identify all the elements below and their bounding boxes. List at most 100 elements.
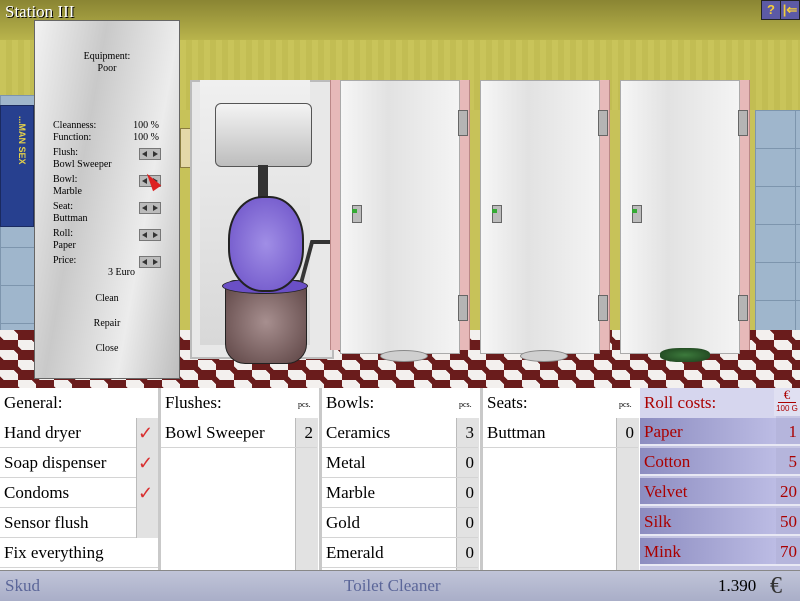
bowl-item-emerald[interactable]: Emerald	[322, 538, 456, 568]
general-item-soap-dispenser[interactable]: Soap dispenser	[0, 448, 136, 478]
roll-costs-header: Roll costs:	[640, 388, 776, 418]
flush-item-bowl-sweeper[interactable]: Bowl Sweeper	[161, 418, 295, 448]
roll-item-cotton[interactable]: Cotton	[640, 448, 776, 476]
flush-option: Flush: Bowl Sweeper	[53, 147, 112, 171]
repair-button[interactable]: Repair	[35, 318, 179, 329]
exit-button[interactable]: |⇐	[780, 0, 800, 20]
roll-label: Roll:	[53, 228, 74, 239]
bowls-header: Bowls:	[326, 393, 375, 412]
seat-item-buttman[interactable]: Buttman	[483, 418, 616, 448]
check-icon: ✓	[138, 453, 154, 473]
equipment-label: Equipment:	[83, 51, 131, 62]
seats-header: Seats:	[487, 393, 528, 412]
floor-drain	[380, 350, 428, 362]
status-bar: Skud Toilet Cleaner 1.390 €	[0, 570, 800, 601]
bowl-item-marble[interactable]: Marble	[322, 478, 456, 508]
toilet-lid[interactable]	[228, 196, 304, 292]
dirt-pile[interactable]	[660, 348, 710, 362]
function-label: Function:	[53, 132, 92, 143]
floor-drain	[520, 350, 568, 362]
shop-tables: General: Hand dryer ✓ Soap dispenser ✓ C…	[0, 388, 800, 570]
roll-option: Roll: Paper	[53, 228, 76, 252]
roll-value: Paper	[53, 240, 76, 251]
bowl-item-metal[interactable]: Metal	[322, 448, 456, 478]
seat-item-qty: 0	[616, 418, 638, 448]
bowl-item-gold[interactable]: Gold	[322, 508, 456, 538]
seat-value: Buttman	[53, 213, 88, 224]
door-lock-icon	[632, 205, 642, 223]
roll-item-mink[interactable]: Mink	[640, 538, 776, 566]
seat-option: Seat: Buttman	[53, 201, 87, 225]
cleanness-label: Cleanness:	[53, 120, 97, 131]
roll-cost: 50	[776, 508, 800, 536]
hinge-icon	[738, 295, 748, 321]
check-icon	[138, 508, 158, 538]
general-item-fix-everything[interactable]: Fix everything	[0, 538, 158, 568]
money-amount: 1.390	[718, 576, 757, 595]
general-column: General: Hand dryer ✓ Soap dispenser ✓ C…	[0, 388, 159, 570]
seats-pcs-label: pcs.	[619, 400, 632, 409]
hinge-icon	[458, 110, 468, 136]
check-icon: ✓	[138, 483, 154, 503]
flush-item-qty: 2	[295, 418, 317, 448]
roll-item-paper[interactable]: Paper	[640, 418, 776, 446]
price-arrows-icon[interactable]	[139, 256, 161, 268]
bowl-value: Marble	[53, 186, 82, 197]
station-panel: Equipment: Poor Cleanness: 100 % Functio…	[34, 20, 180, 379]
roll-cost: 20	[776, 478, 800, 506]
toilet-tank[interactable]	[215, 103, 312, 167]
player-name: Skud	[5, 576, 40, 595]
check-icon	[138, 538, 158, 568]
seat-label: Seat:	[53, 201, 73, 212]
equipment-value: Poor	[97, 63, 117, 74]
seats-column: Seats: pcs. Buttman 0	[483, 388, 640, 570]
euro-icon: €	[778, 388, 796, 403]
bowl-item-qty: 3	[456, 418, 478, 448]
help-button[interactable]: ?	[761, 0, 781, 20]
check-icon: ✓	[138, 423, 154, 443]
general-item-sensor-flush[interactable]: Sensor flush	[0, 508, 136, 538]
flush-value: Bowl Sweeper	[53, 159, 112, 170]
roll-cost: 1	[776, 418, 800, 446]
door-lock-icon	[352, 205, 362, 223]
hinge-icon	[458, 295, 468, 321]
bowls-pcs-label: pcs.	[459, 400, 472, 409]
bowl-item-qty: 0	[456, 508, 478, 538]
roll-item-velvet[interactable]: Velvet	[640, 478, 776, 506]
general-item-hand-dryer[interactable]: Hand dryer	[0, 418, 136, 448]
equipment-info: Equipment: Poor	[35, 51, 179, 75]
station-title: Station III	[5, 2, 75, 21]
bowl-item-qty: 0	[456, 478, 478, 508]
hinge-icon	[598, 295, 608, 321]
clean-button[interactable]: Clean	[35, 293, 179, 304]
general-header: General:	[4, 393, 63, 412]
function-value: 100 %	[133, 132, 159, 143]
wall-poster: ...MAN SEX	[0, 105, 34, 227]
euro-currency-icon: €	[770, 573, 782, 599]
tile-wall-right	[755, 110, 800, 350]
bowls-column: Bowls: pcs. Ceramics 3 Metal 0 Marble 0 …	[322, 388, 480, 570]
price-value: 3 Euro	[108, 267, 135, 278]
roll-item-silk[interactable]: Silk	[640, 508, 776, 536]
cleanness-value: 100 %	[133, 120, 159, 131]
bowl-label: Bowl:	[53, 174, 78, 185]
flush-arrows-icon[interactable]	[139, 148, 161, 160]
close-button[interactable]: Close	[35, 343, 179, 354]
flushes-pcs-label: pcs.	[298, 400, 311, 409]
bowl-item-qty: 0	[456, 448, 478, 478]
bowl-item-qty: 0	[456, 538, 478, 568]
roll-arrows-icon[interactable]	[139, 229, 161, 241]
roll-unit-box: € 100 G	[774, 388, 800, 416]
player-rank: Toilet Cleaner	[344, 576, 441, 595]
roll-cost: 5	[776, 448, 800, 476]
seat-arrows-icon[interactable]	[139, 202, 161, 214]
roll-unit-label: 100 G	[776, 404, 798, 413]
bowl-item-ceramics[interactable]: Ceramics	[322, 418, 456, 448]
bowl-option: Bowl: Marble	[53, 174, 82, 198]
hinge-icon	[598, 110, 608, 136]
general-item-condoms[interactable]: Condoms	[0, 478, 136, 508]
flush-label: Flush:	[53, 147, 79, 158]
flushes-column: Flushes: pcs. Bowl Sweeper 2	[161, 388, 319, 570]
hinge-icon	[738, 110, 748, 136]
door-lock-icon	[492, 205, 502, 223]
